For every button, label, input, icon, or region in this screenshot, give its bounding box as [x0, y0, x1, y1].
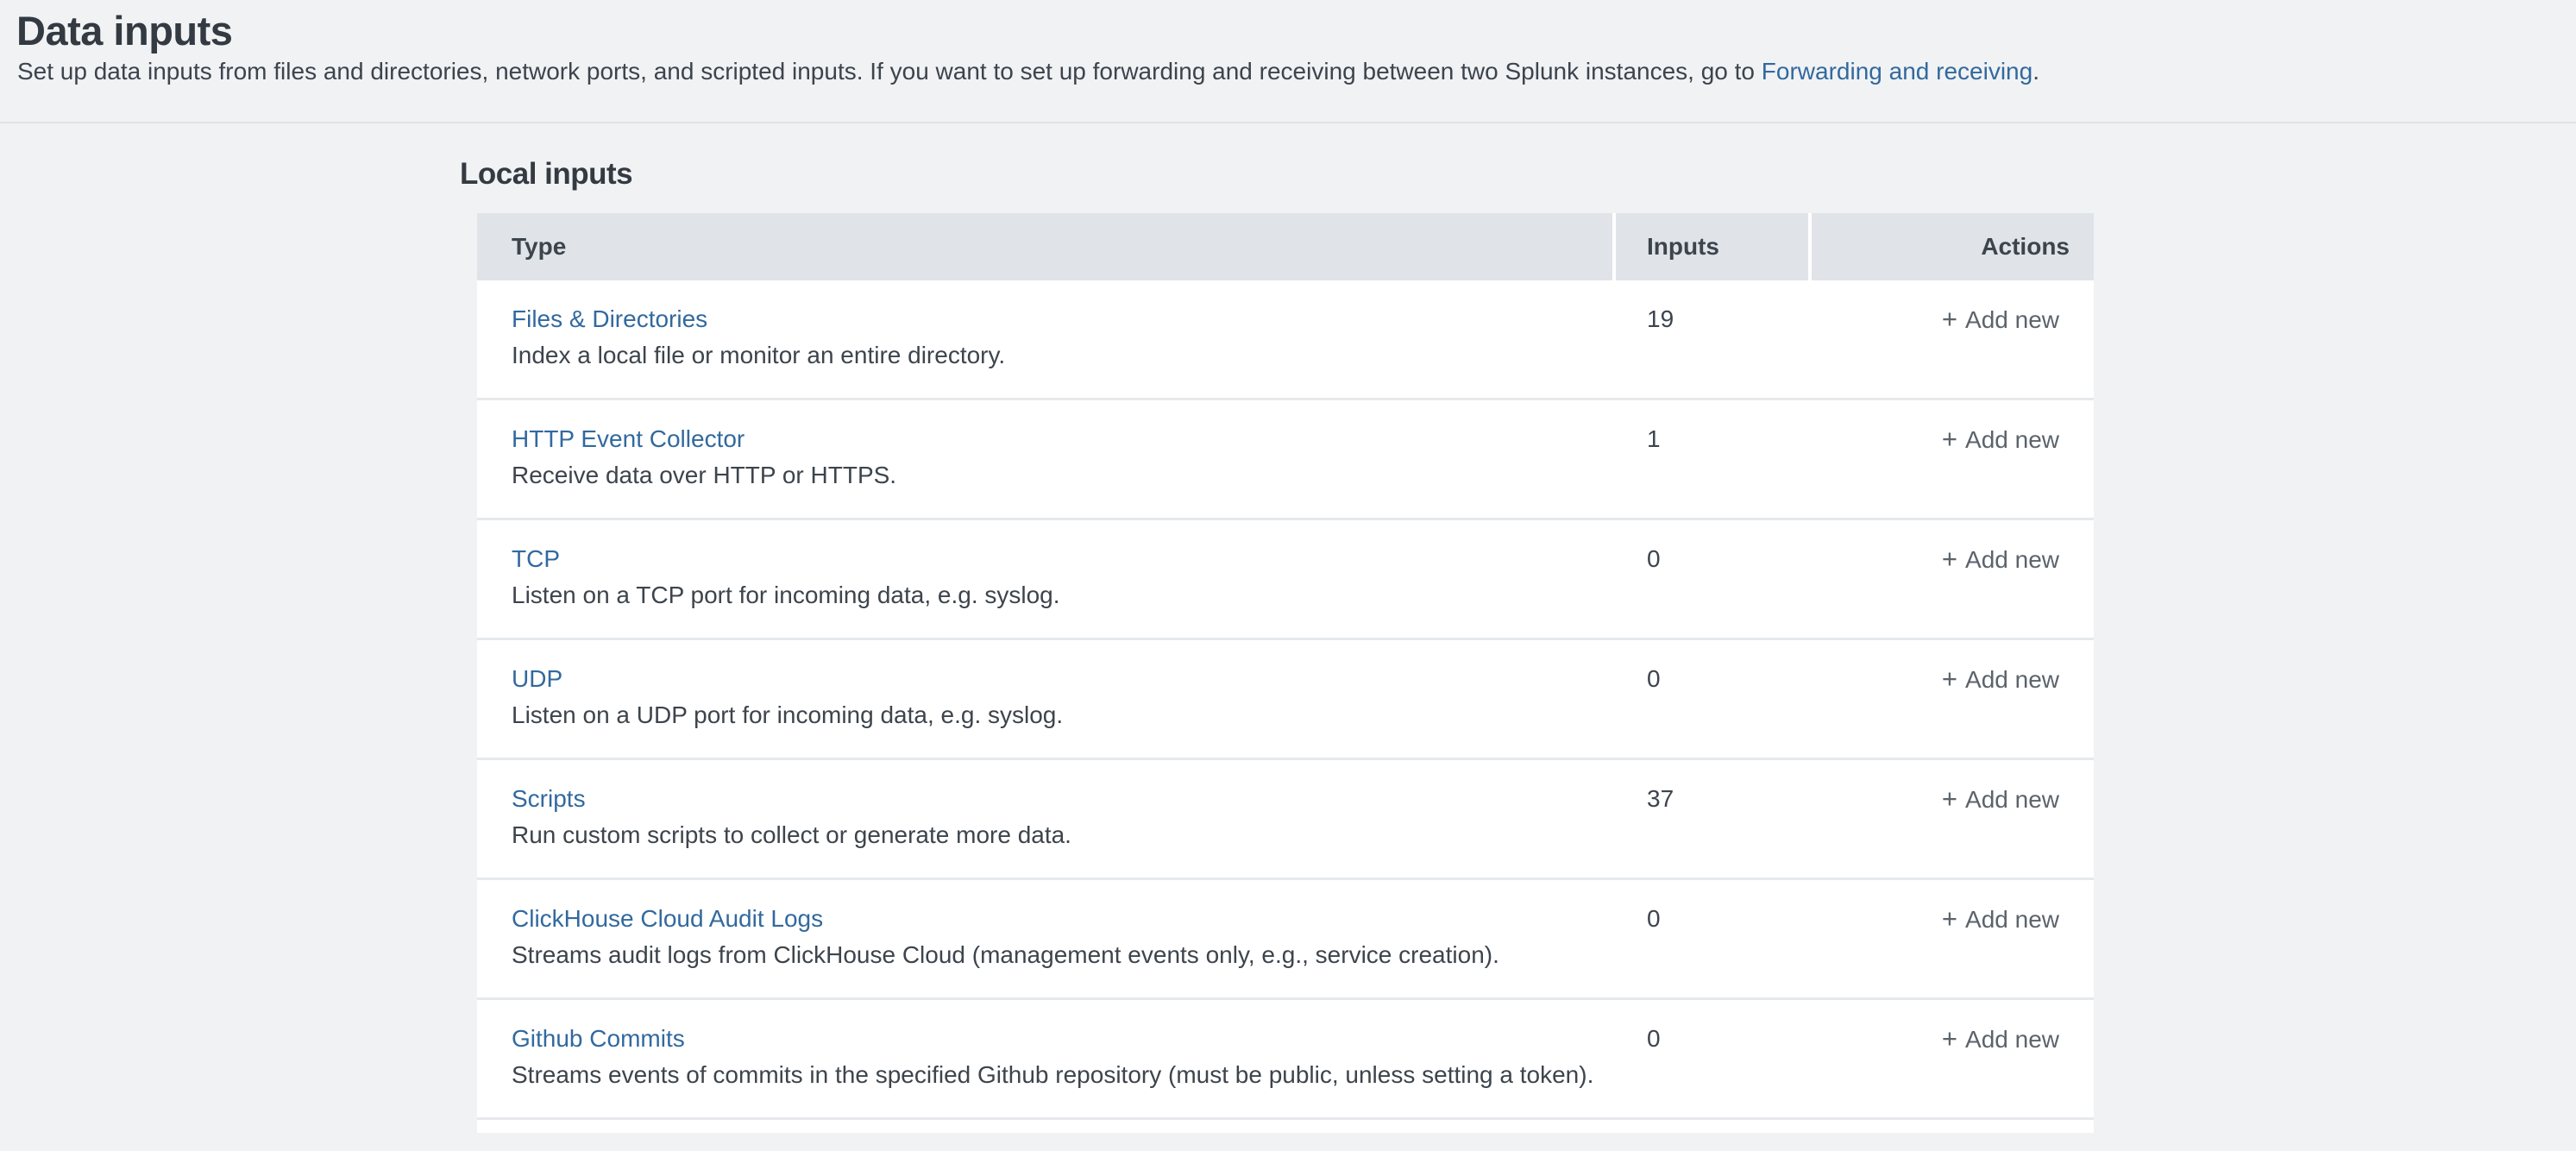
type-cell: TCP Listen on a TCP port for incoming da… — [477, 520, 1616, 638]
table-row-github-commits: Github Commits Streams events of commits… — [477, 1000, 2094, 1120]
column-header-type: Type — [477, 213, 1612, 280]
add-new-label: Add new — [1965, 1026, 2059, 1053]
add-new-scripts[interactable]: + Add new — [1942, 786, 2059, 813]
plus-icon: + — [1942, 426, 1957, 452]
inputs-count-scripts: 37 — [1616, 760, 1812, 877]
add-new-http-event-collector[interactable]: + Add new — [1942, 426, 2059, 453]
add-new-label: Add new — [1965, 906, 2059, 933]
add-new-label: Add new — [1965, 306, 2059, 333]
link-files-directories[interactable]: Files & Directories — [512, 306, 707, 332]
add-new-tcp[interactable]: + Add new — [1942, 546, 2059, 573]
type-cell: ClickHouse Cloud Audit Logs Streams audi… — [477, 880, 1616, 997]
table-row-clickhouse-cloud-audit-logs: ClickHouse Cloud Audit Logs Streams audi… — [477, 880, 2094, 1000]
inputs-count-http-event-collector: 1 — [1616, 400, 1812, 518]
add-new-label: Add new — [1965, 666, 2059, 693]
table-header-row: Type Inputs Actions — [477, 213, 2094, 280]
link-tcp[interactable]: TCP — [512, 546, 560, 572]
add-new-clickhouse-cloud-audit-logs[interactable]: + Add new — [1942, 906, 2059, 933]
add-new-label: Add new — [1965, 786, 2059, 813]
actions-cell: + Add new — [1812, 520, 2094, 638]
add-new-github-commits[interactable]: + Add new — [1942, 1026, 2059, 1053]
inputs-count-files-directories: 19 — [1616, 280, 1812, 398]
plus-icon: + — [1942, 546, 1957, 572]
description-scripts: Run custom scripts to collect or generat… — [512, 822, 1616, 848]
table-row-udp: UDP Listen on a UDP port for incoming da… — [477, 640, 2094, 760]
link-http-event-collector[interactable]: HTTP Event Collector — [512, 426, 745, 452]
description-tcp: Listen on a TCP port for incoming data, … — [512, 582, 1616, 608]
type-cell: Files & Directories Index a local file o… — [477, 280, 1616, 398]
plus-icon: + — [1942, 666, 1957, 692]
add-new-files-directories[interactable]: + Add new — [1942, 306, 2059, 333]
table-body: Files & Directories Index a local file o… — [477, 280, 2094, 1133]
actions-cell: + Add new — [1812, 1000, 2094, 1117]
add-new-label: Add new — [1965, 426, 2059, 453]
table-row-scripts: Scripts Run custom scripts to collect or… — [477, 760, 2094, 880]
local-inputs-table: Type Inputs Actions Files & Directories … — [477, 213, 2094, 1133]
inputs-count-clickhouse-cloud-audit-logs: 0 — [1616, 880, 1812, 997]
type-cell: Github Commits Streams events of commits… — [477, 1000, 1616, 1117]
actions-cell: + Add new — [1812, 880, 2094, 997]
column-header-actions: Actions — [1812, 213, 2094, 280]
inputs-count-github-commits: 0 — [1616, 1000, 1812, 1117]
link-scripts[interactable]: Scripts — [512, 786, 586, 812]
link-github-commits[interactable]: Github Commits — [512, 1026, 685, 1052]
description-github-commits: Streams events of commits in the specifi… — [512, 1062, 1616, 1088]
plus-icon: + — [1942, 786, 1957, 812]
data-inputs-page: Data inputs Set up data inputs from file… — [0, 0, 2576, 1133]
subtitle-period: . — [2033, 58, 2039, 85]
description-udp: Listen on a UDP port for incoming data, … — [512, 702, 1616, 728]
actions-cell: + Add new — [1812, 400, 2094, 518]
table-row-http-event-collector: HTTP Event Collector Receive data over H… — [477, 400, 2094, 520]
type-cell: UDP Listen on a UDP port for incoming da… — [477, 640, 1616, 758]
page-title: Data inputs — [16, 9, 2576, 53]
description-clickhouse-cloud-audit-logs: Streams audit logs from ClickHouse Cloud… — [512, 942, 1616, 968]
table-row-files-directories: Files & Directories Index a local file o… — [477, 280, 2094, 400]
actions-cell: + Add new — [1812, 640, 2094, 758]
type-cell: HTTP Event Collector Receive data over H… — [477, 400, 1616, 518]
page-header: Data inputs Set up data inputs from file… — [0, 0, 2576, 123]
page-subtitle: Set up data inputs from files and direct… — [17, 57, 2576, 86]
subtitle-text: Set up data inputs from files and direct… — [17, 58, 1762, 85]
description-http-event-collector: Receive data over HTTP or HTTPS. — [512, 462, 1616, 488]
inputs-count-udp: 0 — [1616, 640, 1812, 758]
column-header-inputs: Inputs — [1616, 213, 1808, 280]
plus-icon: + — [1942, 906, 1957, 932]
next-row-partial — [477, 1120, 2094, 1133]
description-files-directories: Index a local file or monitor an entire … — [512, 343, 1616, 368]
plus-icon: + — [1942, 306, 1957, 332]
section-heading-local-inputs: Local inputs — [460, 159, 2576, 189]
add-new-udp[interactable]: + Add new — [1942, 666, 2059, 693]
page-body: Local inputs Type Inputs Actions Files &… — [0, 159, 2576, 1133]
add-new-label: Add new — [1965, 546, 2059, 573]
plus-icon: + — [1942, 1026, 1957, 1052]
table-row-tcp: TCP Listen on a TCP port for incoming da… — [477, 520, 2094, 640]
forwarding-and-receiving-link[interactable]: Forwarding and receiving — [1762, 58, 2033, 85]
link-udp[interactable]: UDP — [512, 666, 562, 692]
link-clickhouse-cloud-audit-logs[interactable]: ClickHouse Cloud Audit Logs — [512, 906, 823, 932]
type-cell: Scripts Run custom scripts to collect or… — [477, 760, 1616, 877]
inputs-count-tcp: 0 — [1616, 520, 1812, 638]
actions-cell: + Add new — [1812, 280, 2094, 398]
actions-cell: + Add new — [1812, 760, 2094, 877]
